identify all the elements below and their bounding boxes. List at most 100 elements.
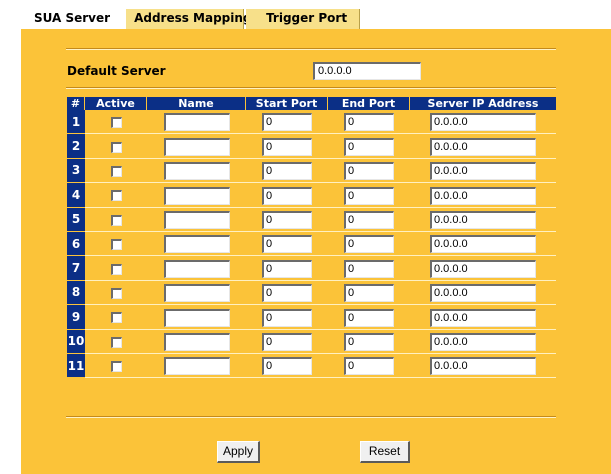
active-checkbox[interactable] [110, 287, 122, 299]
start-port-input[interactable]: 0 [262, 308, 312, 327]
active-checkbox[interactable] [110, 190, 122, 202]
table-header-row: # Active Name Start Port End Port Server… [67, 97, 556, 110]
default-server-input[interactable]: 0.0.0.0 [313, 62, 421, 80]
end-port-cell: 0 [328, 232, 410, 257]
name-input[interactable] [163, 137, 230, 156]
end-port-input[interactable]: 0 [344, 162, 394, 181]
row-number: 6 [67, 231, 85, 257]
end-port-input[interactable]: 0 [344, 332, 394, 351]
end-port-input[interactable]: 0 [344, 308, 394, 327]
end-port-input[interactable]: 0 [344, 357, 394, 376]
start-port-input[interactable]: 0 [262, 332, 312, 351]
start-port-input[interactable]: 0 [262, 186, 312, 205]
active-cell [85, 281, 147, 306]
start-port-cell: 0 [246, 256, 328, 281]
name-cell [147, 354, 246, 379]
server-ip-input[interactable]: 0.0.0.0 [430, 235, 536, 254]
col-header-start-port: Start Port [246, 97, 328, 110]
end-port-input[interactable]: 0 [344, 235, 394, 254]
active-checkbox[interactable] [110, 361, 122, 373]
server-ip-input[interactable]: 0.0.0.0 [430, 186, 536, 205]
start-port-input[interactable]: 0 [262, 357, 312, 376]
apply-button[interactable]: Apply [217, 441, 260, 463]
active-cell [85, 134, 147, 159]
row-number: 3 [67, 158, 85, 184]
table-row: 6 0 0 0.0.0.0 [67, 231, 556, 257]
end-port-cell: 0 [328, 134, 410, 159]
table-row: 1 0 0 0.0.0.0 [67, 110, 556, 135]
row-number: 8 [67, 280, 85, 306]
active-cell [85, 305, 147, 330]
server-ip-cell: 0.0.0.0 [410, 354, 556, 379]
server-ip-cell: 0.0.0.0 [410, 330, 556, 354]
end-port-input[interactable]: 0 [344, 186, 394, 205]
end-port-cell: 0 [328, 159, 410, 184]
end-port-cell: 0 [328, 208, 410, 232]
active-checkbox[interactable] [110, 263, 122, 275]
server-ip-input[interactable]: 0.0.0.0 [430, 308, 536, 327]
active-cell [85, 354, 147, 379]
server-ip-input[interactable]: 0.0.0.0 [430, 259, 536, 278]
col-header-name: Name [147, 97, 246, 110]
start-port-cell: 0 [246, 305, 328, 330]
active-checkbox[interactable] [110, 141, 122, 153]
sua-server-table: # Active Name Start Port End Port Server… [67, 97, 556, 379]
active-checkbox[interactable] [110, 165, 122, 177]
end-port-cell: 0 [328, 305, 410, 330]
active-checkbox[interactable] [110, 117, 122, 129]
server-ip-input[interactable]: 0.0.0.0 [430, 332, 536, 351]
name-input[interactable] [163, 235, 230, 254]
reset-button[interactable]: Reset [360, 441, 410, 463]
server-ip-input[interactable]: 0.0.0.0 [430, 162, 536, 181]
table-row: 9 0 0 0.0.0.0 [67, 305, 556, 330]
start-port-input[interactable]: 0 [262, 137, 312, 156]
end-port-input[interactable]: 0 [344, 259, 394, 278]
active-checkbox[interactable] [110, 214, 122, 226]
name-input[interactable] [163, 259, 230, 278]
col-header-end-port: End Port [328, 97, 410, 110]
end-port-input[interactable]: 0 [344, 113, 394, 132]
start-port-input[interactable]: 0 [262, 284, 312, 303]
start-port-input[interactable]: 0 [262, 259, 312, 278]
start-port-input[interactable]: 0 [262, 235, 312, 254]
name-input[interactable] [163, 284, 230, 303]
server-ip-input[interactable]: 0.0.0.0 [430, 357, 536, 376]
row-number: 5 [67, 207, 85, 232]
name-input[interactable] [163, 113, 230, 132]
row-number: 1 [67, 110, 85, 135]
name-cell [147, 134, 246, 159]
name-input[interactable] [163, 162, 230, 181]
name-cell [147, 110, 246, 135]
active-cell [85, 159, 147, 184]
col-header-number: # [67, 97, 85, 110]
name-input[interactable] [163, 357, 230, 376]
active-checkbox[interactable] [110, 239, 122, 251]
start-port-input[interactable]: 0 [262, 211, 312, 229]
name-cell [147, 330, 246, 354]
server-ip-input[interactable]: 0.0.0.0 [430, 211, 536, 229]
end-port-input[interactable]: 0 [344, 211, 394, 229]
tab-trigger-port[interactable]: Trigger Port [246, 9, 361, 29]
active-cell [85, 232, 147, 257]
end-port-cell: 0 [328, 281, 410, 306]
name-cell [147, 159, 246, 184]
end-port-cell: 0 [328, 110, 410, 135]
start-port-input[interactable]: 0 [262, 113, 312, 132]
server-ip-input[interactable]: 0.0.0.0 [430, 113, 536, 132]
server-ip-input[interactable]: 0.0.0.0 [430, 284, 536, 303]
name-input[interactable] [163, 308, 230, 327]
end-port-input[interactable]: 0 [344, 284, 394, 303]
end-port-input[interactable]: 0 [344, 137, 394, 156]
server-ip-cell: 0.0.0.0 [410, 305, 556, 330]
server-ip-cell: 0.0.0.0 [410, 159, 556, 184]
start-port-cell: 0 [246, 281, 328, 306]
name-input[interactable] [163, 211, 230, 229]
server-ip-input[interactable]: 0.0.0.0 [430, 137, 536, 156]
name-input[interactable] [163, 332, 230, 351]
start-port-input[interactable]: 0 [262, 162, 312, 181]
tab-address-mapping[interactable]: Address Mapping [126, 9, 252, 29]
active-checkbox[interactable] [110, 336, 122, 348]
tab-sua-server[interactable]: SUA Server [24, 9, 127, 29]
name-input[interactable] [163, 186, 230, 205]
active-checkbox[interactable] [110, 312, 122, 324]
